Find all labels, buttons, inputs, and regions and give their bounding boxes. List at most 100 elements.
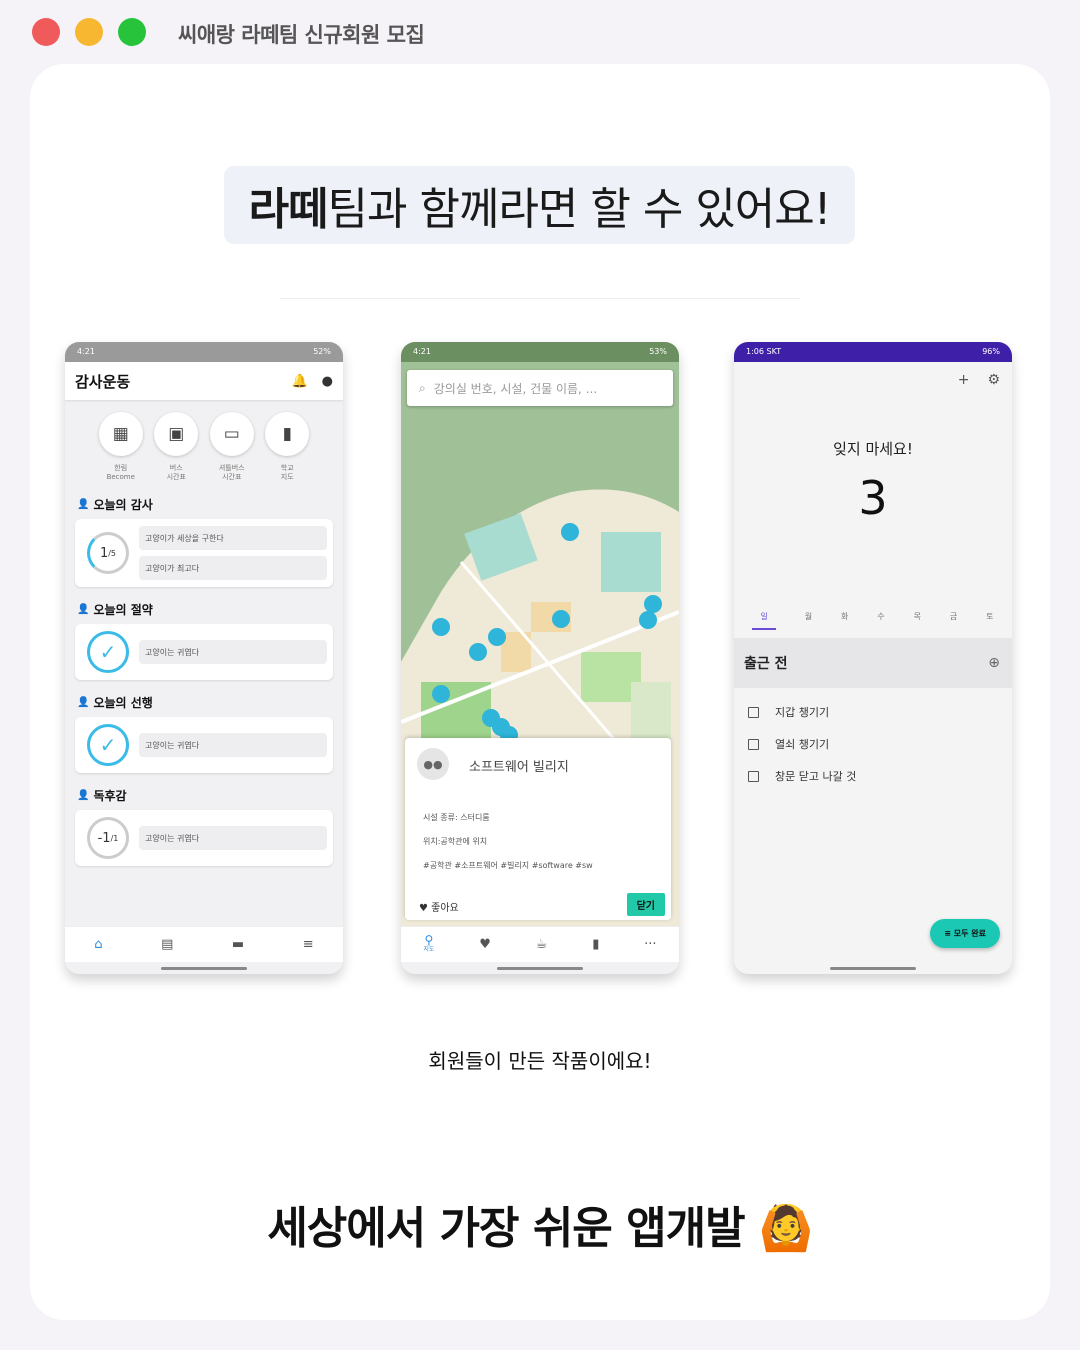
section-card[interactable]: -1/1 고양이는 귀엽다: [75, 810, 333, 866]
checkbox[interactable]: [748, 770, 759, 782]
tab-day[interactable]: 화: [841, 611, 848, 630]
quick-action-become[interactable]: ▦ 한림 Become: [98, 412, 144, 482]
task-item[interactable]: 지갑 챙기기: [734, 704, 1012, 720]
headline: 라떼 팀과 함께라면 할 수 있어요!: [224, 166, 855, 244]
close-window-button[interactable]: [32, 18, 60, 46]
entry-pill[interactable]: 고양이가 최고다: [139, 556, 327, 580]
person-icon: 👤: [77, 697, 90, 708]
quick-action-map[interactable]: ▮ 학교 지도: [264, 412, 310, 482]
account-icon[interactable]: ●: [322, 374, 333, 389]
home-indicator: [830, 967, 916, 970]
complete-all-button[interactable]: ≡ 모두 완료: [930, 919, 1000, 948]
cafe-icon[interactable]: ☕: [536, 937, 548, 952]
tab-day[interactable]: 목: [914, 611, 921, 630]
more-icon[interactable]: ···: [644, 937, 656, 952]
entry-pill[interactable]: 고양이가 세상을 구한다: [139, 526, 327, 550]
window-title: 씨애랑 라떼팀 신규회원 모집: [178, 23, 425, 47]
status-battery: 96%: [982, 347, 1000, 356]
progress-total: /5: [108, 548, 117, 558]
divider: [280, 298, 800, 299]
search-input[interactable]: ⌕ 강의실 번호, 시설, 건물 이름, ...: [407, 370, 673, 406]
map-pin-nav[interactable]: ⚲ 지도: [423, 932, 435, 955]
close-button[interactable]: 닫기: [626, 893, 665, 916]
quick-action-bus[interactable]: ▣ 버스 시간표: [153, 412, 199, 482]
task-label: 지갑 챙기기: [775, 706, 830, 719]
checkbox[interactable]: [748, 738, 759, 750]
quick-action-shuttle[interactable]: ▭ 셔틀버스 시간표: [209, 412, 255, 482]
quick-action-label: 셔틀버스 시간표: [218, 464, 245, 481]
headline-rest: 팀과 함께라면 할 수 있어요!: [327, 184, 832, 235]
add-circle-icon[interactable]: ⊕: [988, 655, 1000, 671]
progress-ring: 1/5: [87, 532, 129, 574]
done-all-icon: ≡: [944, 929, 951, 938]
progress-value: 1: [99, 545, 109, 561]
section-card[interactable]: 1/5 고양이가 세상을 구한다 고양이가 최고다: [75, 519, 333, 587]
weekday-tabs: 일 월 화 수 목 금 토: [734, 611, 1012, 630]
bottom-nav: ⌂ ▤ ▬ ≡: [65, 926, 343, 962]
group-icon: ●●: [417, 748, 449, 780]
menu-icon[interactable]: ≡: [303, 937, 314, 952]
heart-icon[interactable]: ♥: [479, 937, 491, 952]
bus-icon: ▣: [154, 412, 199, 456]
status-battery: 52%: [313, 347, 331, 356]
section-title-text: 오늘의 감사: [93, 498, 153, 512]
map-icon: ▮: [265, 412, 310, 456]
section-title-text: 독후감: [93, 789, 127, 803]
calendar-icon: ▦: [98, 412, 143, 456]
section-title: 👤 독후감: [65, 787, 343, 804]
place-name: 소프트웨어 빌리지: [469, 760, 569, 775]
clipboard-icon[interactable]: ▤: [161, 937, 173, 952]
progress-total: /1: [110, 833, 119, 843]
section-card[interactable]: ✓ 고양이는 귀엽다: [75, 624, 333, 680]
window-titlebar: 씨애랑 라떼팀 신규회원 모집: [0, 0, 1080, 64]
phone-screenshot-map: 4:21 53% ⌕ 강의실 번호, 시설, 건물 이름, ... ●● 소프트…: [401, 342, 679, 974]
footer-text: 세상에서 가장 쉬운 앱개발: [267, 1203, 745, 1254]
section-card[interactable]: ✓ 고양이는 귀엽다: [75, 717, 333, 773]
checkbox[interactable]: [748, 706, 759, 718]
status-bar: 4:21 53%: [401, 342, 679, 362]
task-item[interactable]: 창문 닫고 나갈 것: [734, 768, 1012, 784]
remember-label: 잊지 마세요!: [833, 440, 913, 458]
quick-action-label: 버스 시간표: [166, 464, 186, 481]
tab-day[interactable]: 수: [877, 611, 884, 630]
check-icon: ✓: [87, 631, 129, 673]
door-icon[interactable]: ▮: [592, 937, 599, 952]
section-title-text: 오늘의 선행: [93, 696, 153, 710]
status-time: 4:21: [413, 347, 431, 356]
entry-pill[interactable]: 고양이는 귀엽다: [139, 826, 327, 850]
section-title-text: 오늘의 절약: [93, 603, 153, 617]
nav-label: 지도: [423, 945, 435, 953]
quick-action-label: 학교 지도: [280, 464, 294, 481]
tab-day[interactable]: 월: [805, 611, 812, 630]
tab-day[interactable]: 일: [752, 611, 776, 630]
like-button[interactable]: ♥ 좋아요: [419, 899, 459, 914]
task-label: 열쇠 챙기기: [775, 738, 830, 751]
chat-icon[interactable]: ▬: [232, 937, 244, 952]
minimize-window-button[interactable]: [75, 18, 103, 46]
fab-label: 모두 완료: [953, 929, 986, 938]
phone-screenshot-gratitude: 4:21 52% 감사운동 🔔 ● ▦ 한림 Become ▣ 버스 시간표 ▭…: [65, 342, 343, 974]
task-group-header: 출근 전 ⊕: [734, 638, 1012, 688]
phone-screenshot-checklist: 1:06 SKT 96% + ⚙ 잊지 마세요! 3 일 월 화 수 목 금 토…: [734, 342, 1012, 974]
status-battery: 53%: [649, 347, 667, 356]
tab-day[interactable]: 토: [986, 611, 993, 630]
search-icon: ⌕: [419, 380, 426, 395]
section-title: 👤 오늘의 선행: [65, 694, 343, 711]
tab-day[interactable]: 금: [950, 611, 957, 630]
gear-icon[interactable]: ⚙: [987, 372, 1000, 388]
plus-icon[interactable]: +: [958, 372, 970, 388]
map-pin-icon: ⚲: [424, 932, 434, 947]
person-icon: 👤: [77, 604, 90, 615]
maximize-window-button[interactable]: [118, 18, 146, 46]
place-location: 위치:공학관에 위치: [423, 837, 488, 846]
app-bar: 감사운동 🔔 ●: [65, 362, 343, 400]
like-label: 좋아요: [431, 903, 459, 914]
task-label: 창문 닫고 나갈 것: [775, 770, 857, 783]
home-icon[interactable]: ⌂: [94, 937, 102, 952]
entry-pill[interactable]: 고양이는 귀엽다: [139, 733, 327, 757]
task-item[interactable]: 열쇠 챙기기: [734, 736, 1012, 752]
home-indicator: [497, 967, 583, 970]
place-detail-sheet: ●● 소프트웨어 빌리지 시설 종류: 스터디룸 위치:공학관에 위치 #공학관…: [405, 738, 671, 920]
bell-icon[interactable]: 🔔: [291, 374, 307, 389]
entry-pill[interactable]: 고양이는 귀엽다: [139, 640, 327, 664]
